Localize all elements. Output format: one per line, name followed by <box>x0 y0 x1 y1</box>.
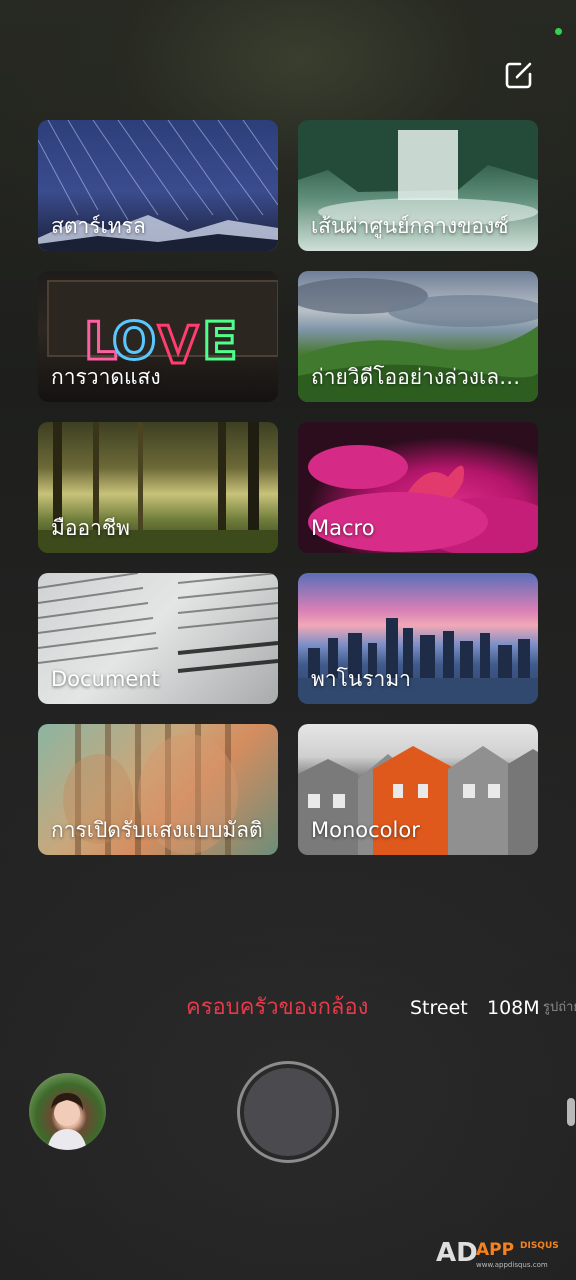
svg-text:E: E <box>202 312 238 372</box>
svg-text:APP: APP <box>476 1240 514 1260</box>
mode-label: การเปิดรับแสงแบบมัลติ <box>51 818 263 842</box>
mode-tab-camera-family[interactable]: ครอบครัวของกล้อง <box>186 990 368 1026</box>
mode-card-light-painting[interactable]: L O V E การวาดแสง <box>38 271 278 402</box>
mode-card-waterfall[interactable]: เส้นผ่าศูนย์กลางของซ์ <box>298 120 538 251</box>
svg-text:www.appdisqus.com: www.appdisqus.com <box>476 1261 548 1269</box>
mode-tab-108m[interactable]: 108M <box>487 990 540 1026</box>
svg-text:O: O <box>112 312 156 372</box>
shutter-button[interactable] <box>237 1061 339 1163</box>
mode-tab-street[interactable]: Street <box>410 990 468 1026</box>
mode-label: ถ่ายวิดีโออย่างล่วงเลย... <box>311 365 530 389</box>
gallery-thumbnail[interactable] <box>29 1073 106 1150</box>
gallery-thumbnail-image <box>47 1093 87 1150</box>
mode-card-startrail[interactable]: สตาร์เทรล <box>38 120 278 251</box>
appdisqus-watermark: AD APP DISQUS www.appdisqus.com <box>436 1233 572 1273</box>
mode-label: สตาร์เทรล <box>51 214 146 238</box>
mode-card-panorama[interactable]: พาโนรามา <box>298 573 538 704</box>
mode-card-timelapse[interactable]: ถ่ายวิดีโออย่างล่วงเลย... <box>298 271 538 402</box>
camera-screen: สตาร์เทรล เส้นผ่าศูนย์กลางของซ์ L O V E <box>0 0 576 1280</box>
edit-modes-button[interactable] <box>500 56 538 94</box>
edit-icon <box>505 62 532 89</box>
mode-label: Monocolor <box>311 818 420 842</box>
mode-label: พาโนรามา <box>311 667 411 691</box>
mode-card-multi-exposure[interactable]: การเปิดรับแสงแบบมัลติ <box>38 724 278 855</box>
mode-card-monocolor[interactable]: Monocolor <box>298 724 538 855</box>
mode-label: Document <box>51 667 160 691</box>
mode-tab-photo[interactable]: รูปถ่าย <box>543 990 576 1026</box>
svg-text:AD: AD <box>436 1238 478 1268</box>
mode-card-macro[interactable]: Macro <box>298 422 538 553</box>
privacy-indicator-dot <box>555 28 562 35</box>
scroll-handle[interactable] <box>567 1098 575 1126</box>
shutter-inner <box>244 1068 332 1156</box>
mode-label: มืออาชีพ <box>51 516 130 540</box>
mode-grid: สตาร์เทรล เส้นผ่าศูนย์กลางของซ์ L O V E <box>38 120 538 855</box>
svg-text:DISQUS: DISQUS <box>520 1241 559 1251</box>
mode-card-document[interactable]: Document <box>38 573 278 704</box>
mode-label: Macro <box>311 516 375 540</box>
mode-label: การวาดแสง <box>51 365 161 389</box>
camera-mode-bar: ครอบครัวของกล้อง Street 108M รูปถ่าย <box>0 990 576 1026</box>
mode-label: เส้นผ่าศูนย์กลางของซ์ <box>311 214 509 238</box>
mode-card-pro[interactable]: มืออาชีพ <box>38 422 278 553</box>
